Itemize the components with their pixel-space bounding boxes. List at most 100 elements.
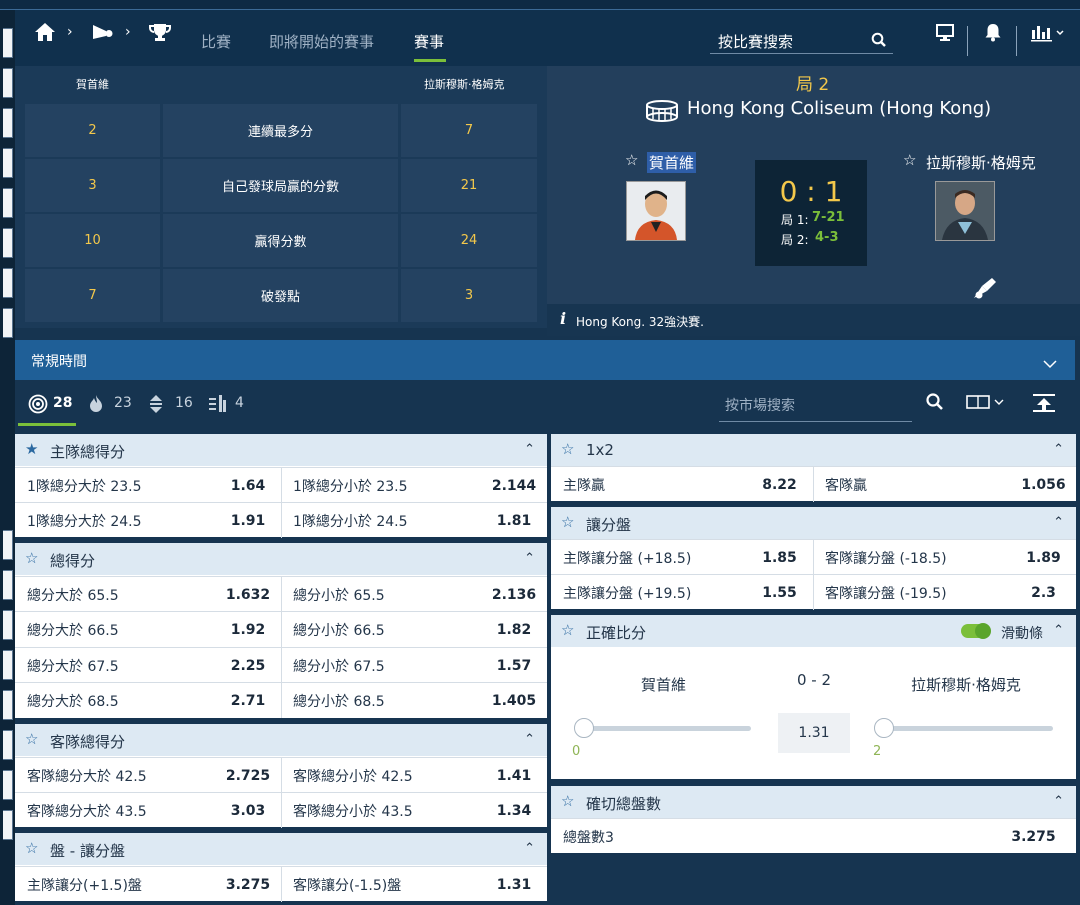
away-slider-handle[interactable] bbox=[874, 718, 894, 738]
sidebar-tab[interactable] bbox=[3, 810, 13, 840]
section-header-regular-time[interactable]: 常規時間 bbox=[15, 340, 1075, 380]
sidebar-tab[interactable] bbox=[3, 690, 13, 720]
odds-button[interactable]: 1.405 bbox=[481, 683, 547, 718]
sidebar-tab[interactable] bbox=[3, 108, 13, 138]
layout-columns-icon[interactable] bbox=[966, 394, 1010, 414]
nav-link-upcoming[interactable]: 即將開始的賽事 bbox=[269, 31, 374, 52]
sidebar-tab[interactable] bbox=[3, 610, 13, 640]
away-score-slider[interactable] bbox=[875, 726, 1053, 731]
market-header[interactable]: ☆ 客隊總得分 ⌃ bbox=[15, 724, 547, 756]
sidebar-tab[interactable] bbox=[3, 650, 13, 680]
odds-button[interactable]: 1.91 bbox=[215, 503, 281, 538]
sidebar-tab[interactable] bbox=[3, 268, 13, 298]
home-icon[interactable] bbox=[34, 20, 56, 44]
odds-button[interactable]: 1.056 bbox=[1011, 467, 1076, 502]
odds-button[interactable]: 1.57 bbox=[481, 648, 547, 683]
odds-button[interactable]: 2.136 bbox=[481, 577, 547, 612]
search-icon[interactable] bbox=[871, 32, 887, 52]
sidebar-tab[interactable] bbox=[3, 530, 13, 560]
sidebar-tab[interactable] bbox=[3, 68, 13, 98]
chevron-up-icon[interactable]: ⌃ bbox=[1053, 623, 1064, 638]
odds-button[interactable]: 1.632 bbox=[215, 577, 281, 612]
filter-hot[interactable]: 23 bbox=[88, 392, 143, 418]
odds-button[interactable]: 1.41 bbox=[481, 758, 547, 793]
market-header[interactable]: ☆ 正確比分 滑動條 ⌃ bbox=[551, 615, 1076, 647]
odds-button[interactable]: 2.71 bbox=[215, 683, 281, 718]
bell-icon[interactable] bbox=[982, 20, 1004, 44]
odds-button[interactable]: 3.275 bbox=[215, 867, 281, 902]
chevron-down-icon[interactable] bbox=[1043, 354, 1057, 373]
market-header[interactable]: ☆ 1x2 ⌃ bbox=[551, 434, 1076, 466]
home-slider-handle[interactable] bbox=[574, 718, 594, 738]
sidebar-tab[interactable] bbox=[3, 148, 13, 178]
market-header[interactable]: ☆ 盤 - 讓分盤 ⌃ bbox=[15, 833, 547, 865]
odds-button[interactable]: 1.31 bbox=[481, 867, 547, 902]
odds-button[interactable]: 1.81 bbox=[481, 503, 547, 538]
odds-button[interactable]: 1.34 bbox=[481, 793, 547, 828]
market-header[interactable]: ★ 主隊總得分 ⌃ bbox=[15, 434, 547, 466]
chevron-up-icon[interactable]: ⌃ bbox=[1053, 794, 1064, 809]
sidebar-tab[interactable] bbox=[3, 28, 13, 58]
star-outline-icon[interactable]: ☆ bbox=[25, 839, 38, 857]
market-header[interactable]: ☆ 總得分 ⌃ bbox=[15, 543, 547, 575]
market-header[interactable]: ☆ 確切總盤數 ⌃ bbox=[551, 786, 1076, 818]
star-outline-icon[interactable]: ☆ bbox=[561, 440, 574, 458]
star-outline-icon[interactable]: ☆ bbox=[903, 151, 916, 169]
slider-mode-toggle[interactable] bbox=[961, 623, 991, 639]
match-search-input[interactable]: 按比賽搜索 bbox=[710, 27, 893, 54]
odds-button[interactable]: 1.55 bbox=[748, 575, 811, 610]
chevron-up-icon[interactable]: ⌃ bbox=[1053, 442, 1064, 457]
sidebar-tab[interactable] bbox=[3, 188, 13, 218]
monitor-icon[interactable] bbox=[934, 20, 956, 44]
stats-label: 連續最多分 bbox=[163, 104, 398, 157]
star-filled-icon[interactable]: ★ bbox=[25, 440, 38, 458]
odds-button[interactable]: 2.725 bbox=[215, 758, 281, 793]
stats-home-value: 3 bbox=[25, 159, 160, 212]
nav-link-events[interactable]: 賽事 bbox=[414, 31, 444, 52]
search-icon[interactable] bbox=[926, 393, 944, 415]
odds-button[interactable]: 3.275 bbox=[991, 819, 1076, 854]
home-score-slider[interactable] bbox=[576, 726, 751, 731]
odds-button[interactable]: 1.89 bbox=[1011, 540, 1076, 575]
odds-button[interactable]: 2.3 bbox=[1011, 575, 1076, 610]
odds-button[interactable]: 2.144 bbox=[481, 468, 547, 503]
left-sidebar[interactable] bbox=[0, 10, 15, 905]
odds-button[interactable]: 2.25 bbox=[215, 648, 281, 683]
market-header[interactable]: ☆ 讓分盤 ⌃ bbox=[551, 507, 1076, 539]
filter-all[interactable]: 28 bbox=[25, 392, 85, 418]
chevron-up-icon[interactable]: ⌃ bbox=[524, 442, 535, 457]
sidebar-tab[interactable] bbox=[3, 730, 13, 760]
stats-icon[interactable] bbox=[1029, 20, 1069, 44]
chevron-up-icon[interactable]: ⌃ bbox=[524, 551, 535, 566]
shuttlecock-icon[interactable] bbox=[90, 20, 114, 44]
chevron-up-icon[interactable]: ⌃ bbox=[524, 841, 535, 856]
odds-button[interactable]: 8.22 bbox=[748, 467, 811, 502]
odds-button[interactable]: 1.82 bbox=[481, 612, 547, 647]
star-outline-icon[interactable]: ☆ bbox=[25, 730, 38, 748]
sidebar-tab[interactable] bbox=[3, 570, 13, 600]
away-player-name[interactable]: 拉斯穆斯·格姆克 bbox=[926, 152, 1036, 173]
star-outline-icon[interactable]: ☆ bbox=[561, 513, 574, 531]
market-search-input[interactable]: 按市場搜索 bbox=[719, 390, 912, 422]
filter-updown[interactable]: 16 bbox=[148, 392, 203, 418]
info-icon: i bbox=[560, 309, 567, 328]
correct-score-odds-button[interactable]: 1.31 bbox=[778, 713, 850, 753]
star-outline-icon[interactable]: ☆ bbox=[561, 792, 574, 810]
trophy-icon[interactable] bbox=[148, 20, 172, 44]
chevron-up-icon[interactable]: ⌃ bbox=[524, 732, 535, 747]
odds-button[interactable]: 3.03 bbox=[215, 793, 281, 828]
odds-button[interactable]: 1.85 bbox=[748, 540, 811, 575]
sidebar-tab[interactable] bbox=[3, 770, 13, 800]
odds-button[interactable]: 1.64 bbox=[215, 468, 281, 503]
chevron-up-icon[interactable]: ⌃ bbox=[1053, 515, 1064, 530]
star-outline-icon[interactable]: ☆ bbox=[625, 151, 638, 169]
star-outline-icon[interactable]: ☆ bbox=[25, 549, 38, 567]
sidebar-tab[interactable] bbox=[3, 308, 13, 338]
star-outline-icon[interactable]: ☆ bbox=[561, 621, 574, 639]
odds-button[interactable]: 1.92 bbox=[215, 612, 281, 647]
nav-link-matches[interactable]: 比賽 bbox=[201, 31, 231, 52]
sidebar-tab[interactable] bbox=[3, 228, 13, 258]
collapse-all-icon[interactable] bbox=[1032, 393, 1056, 417]
filter-list[interactable]: 4 bbox=[208, 392, 263, 418]
home-player-name[interactable]: 賀首維 bbox=[647, 152, 697, 173]
